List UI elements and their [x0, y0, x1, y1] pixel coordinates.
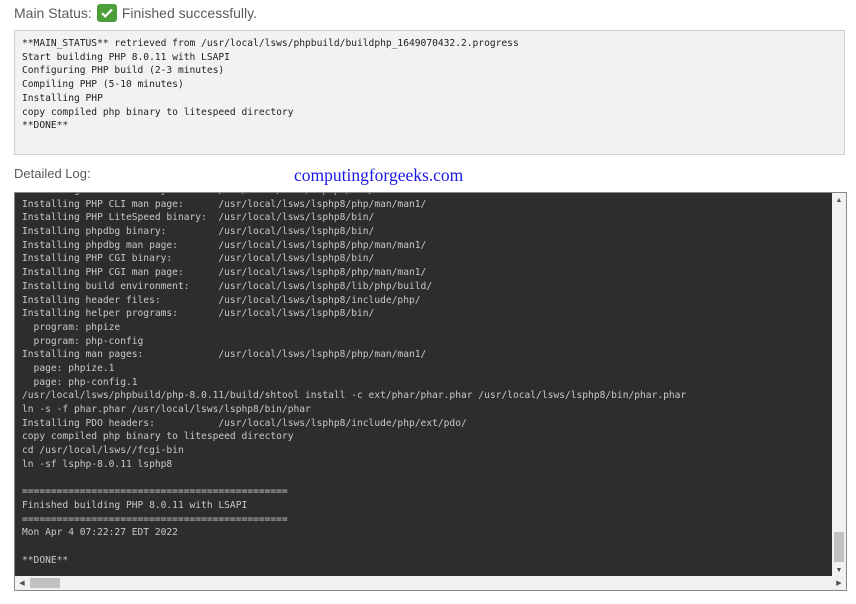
scroll-right-icon[interactable]: ▶	[832, 576, 846, 590]
log-line: Installing PHP CLI man page: /usr/local/…	[22, 198, 427, 210]
summary-line: **MAIN_STATUS** retrieved from /usr/loca…	[22, 38, 519, 49]
summary-line: Configuring PHP build (2-3 minutes)	[22, 65, 225, 77]
log-line: ========================================…	[22, 486, 288, 498]
horizontal-scrollbar[interactable]: ◀ ▶	[15, 576, 846, 590]
summary-line: copy compiled php binary to litespeed di…	[22, 106, 294, 118]
log-line: ln -s -f phar.phar /usr/local/lsws/lsphp…	[22, 404, 311, 415]
log-line: ========================================…	[22, 513, 288, 525]
log-line: copy compiled php binary to litespeed di…	[22, 431, 294, 443]
log-line: Installing helper programs: /usr/local/l…	[22, 308, 375, 320]
detailed-log-label: Detailed Log:	[14, 166, 91, 181]
vertical-scrollbar[interactable]: ▲ ▼	[832, 193, 846, 577]
log-line: page: php-config.1	[22, 376, 138, 388]
summary-line: Installing PHP	[22, 92, 103, 104]
log-line: Finished building PHP 8.0.11 with LSAPI	[22, 499, 248, 511]
scroll-down-icon[interactable]: ▼	[832, 563, 846, 577]
log-line: /usr/local/lsws/phpbuild/php-8.0.11/buil…	[22, 390, 687, 402]
watermark: computingforgeeks.com	[294, 165, 464, 185]
log-line: ln -sf lsphp-8.0.11 lsphp8	[22, 458, 173, 470]
log-line: **DONE**	[22, 554, 69, 566]
log-line: Installing phpdbg man page: /usr/local/l…	[22, 239, 427, 251]
log-line: Installing PHP LiteSpeed binary: /usr/lo…	[22, 212, 375, 224]
status-summary: **MAIN_STATUS** retrieved from /usr/loca…	[14, 30, 845, 155]
summary-line: Start building PHP 8.0.11 with LSAPI	[22, 51, 230, 63]
main-status: Main Status: Finished successfully.	[14, 3, 257, 23]
scroll-left-icon[interactable]: ◀	[15, 576, 29, 590]
log-line: cd /usr/local/lsws//fcgi-bin	[22, 445, 184, 457]
main-status-text: Finished successfully.	[121, 5, 257, 21]
status-summary-text: **MAIN_STATUS** retrieved from /usr/loca…	[22, 37, 844, 133]
detailed-log-panel[interactable]: Installing PHP CLI binary: /usr/local/ls…	[14, 192, 847, 591]
log-line: Installing header files: /usr/local/lsws…	[22, 294, 421, 306]
check-icon	[96, 4, 117, 22]
scroll-up-icon[interactable]: ▲	[832, 193, 846, 207]
log-line: program: php-config	[22, 335, 144, 347]
log-line: Installing PHP CGI binary: /usr/local/ls…	[22, 253, 375, 265]
horizontal-scroll-thumb[interactable]	[30, 578, 60, 588]
log-line: Installing phpdbg binary: /usr/local/lsw…	[22, 226, 375, 238]
log-line: page: phpize.1	[22, 362, 115, 374]
summary-line: Compiling PHP (5-10 minutes)	[22, 79, 184, 91]
main-status-label: Main Status:	[14, 5, 92, 21]
log-line: Installing PDO headers: /usr/local/lsws/…	[22, 417, 467, 429]
summary-line: **DONE**	[22, 120, 69, 132]
log-line: Installing build environment: /usr/local…	[22, 280, 433, 292]
log-content: Installing PHP CLI binary: /usr/local/ls…	[22, 193, 687, 567]
log-line: Mon Apr 4 07:22:27 EDT 2022	[22, 527, 178, 539]
vertical-scroll-thumb[interactable]	[834, 532, 844, 562]
log-line: Installing man pages: /usr/local/lsws/ls…	[22, 349, 427, 361]
log-line: program: phpize	[22, 321, 121, 333]
log-line: Installing PHP CGI man page: /usr/local/…	[22, 267, 427, 279]
